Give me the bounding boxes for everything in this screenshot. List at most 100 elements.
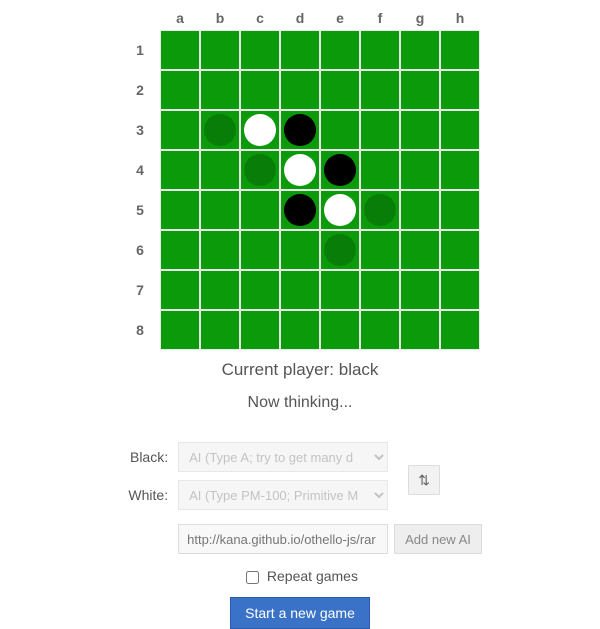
board-cell[interactable] [240, 150, 280, 190]
board-cell[interactable] [160, 30, 200, 70]
thinking-status: Now thinking... [0, 394, 600, 412]
board-cell[interactable] [320, 70, 360, 110]
board-cell[interactable] [160, 190, 200, 230]
column-header: h [440, 10, 480, 30]
board-cell[interactable] [200, 310, 240, 350]
add-ai-button[interactable]: Add new AI [394, 524, 482, 554]
white-ai-select[interactable]: AI (Type PM-100; Primitive M [178, 480, 388, 510]
board-cell[interactable] [200, 30, 240, 70]
board-cell[interactable] [240, 70, 280, 110]
board-cell[interactable] [440, 190, 480, 230]
board-cell[interactable] [360, 270, 400, 310]
board-cell[interactable] [320, 310, 360, 350]
board-cell[interactable] [360, 70, 400, 110]
board-cell[interactable] [320, 230, 360, 270]
row-header: 7 [120, 282, 160, 298]
board-cell[interactable] [320, 150, 360, 190]
board-cell[interactable] [280, 70, 320, 110]
board-cell[interactable] [400, 30, 440, 70]
move-hint-disc [364, 194, 396, 226]
board-cell[interactable] [320, 270, 360, 310]
board-cell[interactable] [400, 310, 440, 350]
board-cell[interactable] [280, 150, 320, 190]
board-cell[interactable] [200, 150, 240, 190]
board-cell[interactable] [440, 230, 480, 270]
board-cell[interactable] [200, 190, 240, 230]
board-cell[interactable] [240, 110, 280, 150]
board-cell[interactable] [360, 190, 400, 230]
column-header: c [240, 10, 280, 30]
move-hint-disc [324, 234, 356, 266]
board-cell[interactable] [200, 230, 240, 270]
board-cell[interactable] [440, 30, 480, 70]
column-header: e [320, 10, 360, 30]
board-cell[interactable] [280, 30, 320, 70]
controls-panel: Black: AI (Type A; try to get many d Whi… [118, 442, 482, 554]
board-cell[interactable] [200, 110, 240, 150]
column-header: g [400, 10, 440, 30]
ai-url-input[interactable] [178, 524, 388, 554]
column-header: d [280, 10, 320, 30]
board-cell[interactable] [200, 270, 240, 310]
white-disc [284, 154, 316, 186]
board-cell[interactable] [200, 70, 240, 110]
white-label: White: [118, 487, 178, 503]
board-cell[interactable] [240, 30, 280, 70]
row-header: 8 [120, 322, 160, 338]
board-cell[interactable] [360, 110, 400, 150]
board-cell[interactable] [280, 110, 320, 150]
white-disc [244, 114, 276, 146]
board-cell[interactable] [160, 270, 200, 310]
repeat-games-row: Repeat games [0, 568, 600, 587]
black-disc [284, 114, 316, 146]
board-cell[interactable] [400, 230, 440, 270]
board-cell[interactable] [160, 110, 200, 150]
board-cell[interactable] [280, 270, 320, 310]
board-cell[interactable] [440, 110, 480, 150]
board-cell[interactable] [160, 150, 200, 190]
board-cell[interactable] [280, 310, 320, 350]
column-header: b [200, 10, 240, 30]
board-cell[interactable] [320, 110, 360, 150]
board-cell[interactable] [400, 70, 440, 110]
board-cell[interactable] [160, 70, 200, 110]
black-disc [284, 194, 316, 226]
board-cell[interactable] [360, 230, 400, 270]
board-cell[interactable] [240, 230, 280, 270]
repeat-games-checkbox[interactable] [246, 571, 259, 584]
row-header: 5 [120, 202, 160, 218]
start-new-game-button[interactable]: Start a new game [230, 597, 370, 629]
row-header: 6 [120, 242, 160, 258]
board-cell[interactable] [280, 230, 320, 270]
board-cell[interactable] [320, 30, 360, 70]
row-header: 4 [120, 162, 160, 178]
board-cell[interactable] [240, 270, 280, 310]
current-player-status: Current player: black [0, 360, 600, 380]
board-cell[interactable] [440, 310, 480, 350]
board-cell[interactable] [440, 70, 480, 110]
board-cell[interactable] [400, 110, 440, 150]
board-cell[interactable] [240, 190, 280, 230]
board-cell[interactable] [400, 150, 440, 190]
board-cell[interactable] [320, 190, 360, 230]
board-cell[interactable] [360, 30, 400, 70]
black-ai-select[interactable]: AI (Type A; try to get many d [178, 442, 388, 472]
column-header: f [360, 10, 400, 30]
board-cell[interactable] [360, 310, 400, 350]
board-cell[interactable] [280, 190, 320, 230]
black-disc [324, 154, 356, 186]
board-cell[interactable] [160, 310, 200, 350]
othello-board: abcdefgh 12345678 [120, 10, 480, 350]
row-header: 1 [120, 42, 160, 58]
board-cell[interactable] [440, 150, 480, 190]
move-hint-disc [244, 154, 276, 186]
board-cell[interactable] [440, 270, 480, 310]
move-hint-disc [204, 114, 236, 146]
board-cell[interactable] [400, 190, 440, 230]
swap-players-button[interactable]: ⇅ [408, 465, 440, 495]
board-cell[interactable] [240, 310, 280, 350]
board-cell[interactable] [400, 270, 440, 310]
board-cell[interactable] [160, 230, 200, 270]
board-cell[interactable] [360, 150, 400, 190]
board-grid: 12345678 [120, 30, 480, 350]
